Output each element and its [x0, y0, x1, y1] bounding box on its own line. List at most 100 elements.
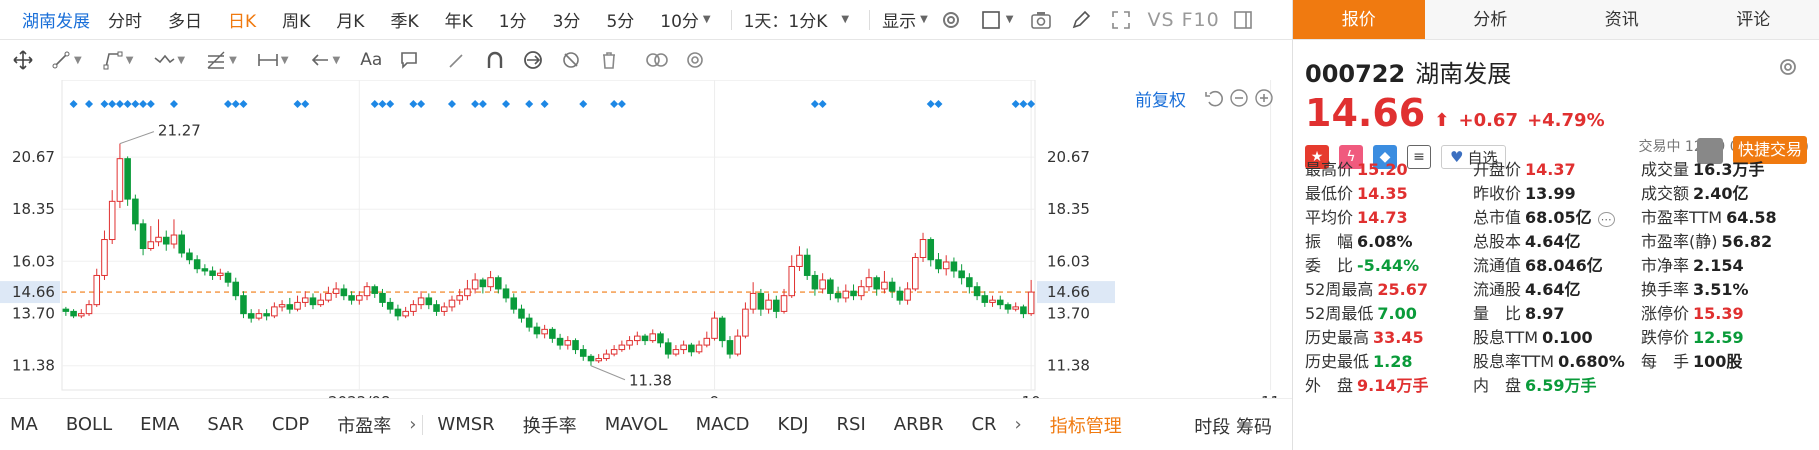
candle-body[interactable] [502, 288, 510, 299]
candle-body[interactable] [294, 301, 301, 310]
candle-body[interactable] [796, 254, 803, 267]
candle-body[interactable] [556, 337, 564, 346]
candle-body[interactable] [209, 270, 216, 276]
candle-body[interactable] [834, 292, 842, 299]
signal-marker[interactable] [85, 100, 94, 108]
candle-body[interactable] [464, 288, 471, 297]
candle-body[interactable] [479, 279, 487, 288]
signal-marker[interactable] [525, 100, 534, 108]
indicator-boll[interactable]: BOLL [66, 414, 112, 435]
indicator-sar[interactable]: SAR [207, 414, 244, 435]
candle-body[interactable] [989, 299, 996, 303]
candle-body[interactable] [386, 301, 394, 310]
period-chips-tabs[interactable]: 时段 筹码 [1194, 413, 1272, 439]
candle-body[interactable] [935, 259, 942, 270]
chevron-down-icon[interactable]: ▼ [126, 55, 134, 66]
link-circles-icon[interactable] [642, 46, 672, 74]
zoom-in-icon[interactable] [1254, 88, 1276, 110]
interval-dropdown[interactable]: 1天：1分K [744, 7, 828, 32]
measure-tool-icon[interactable] [253, 46, 283, 74]
period-tab[interactable]: 10分 [660, 7, 699, 32]
candle-body[interactable] [139, 223, 147, 250]
candle-body[interactable] [579, 349, 587, 357]
sidebar-toggle-icon[interactable] [1230, 7, 1256, 33]
undo-icon[interactable] [1204, 88, 1226, 110]
adjustment-dropdown[interactable]: 前复权 [1135, 86, 1186, 111]
candle-body[interactable] [394, 308, 402, 317]
signal-marker[interactable] [108, 100, 117, 108]
display-dropdown[interactable]: 显示 [882, 7, 916, 32]
candle-body[interactable] [240, 295, 247, 315]
candle-body[interactable] [742, 308, 749, 337]
candle-body[interactable] [417, 297, 425, 306]
chevron-down-icon[interactable]: ▼ [333, 55, 341, 66]
candle-body[interactable] [147, 241, 155, 250]
candle-body[interactable] [85, 304, 93, 315]
candle-body[interactable] [873, 277, 880, 290]
signal-marker[interactable] [540, 100, 549, 108]
signal-marker[interactable] [610, 100, 619, 108]
candle-body[interactable] [726, 340, 734, 355]
candle-body[interactable] [263, 313, 270, 317]
candle-body[interactable] [340, 288, 348, 297]
tab-analysis[interactable]: 分析 [1425, 0, 1557, 39]
candle-body[interactable] [402, 310, 409, 317]
magnet-icon[interactable] [480, 46, 510, 74]
signal-marker[interactable] [409, 100, 418, 108]
signal-marker[interactable] [301, 100, 310, 108]
candle-body[interactable] [881, 281, 888, 290]
candle-body[interactable] [626, 340, 633, 346]
candle-body[interactable] [309, 297, 317, 306]
candle-body[interactable] [440, 306, 448, 312]
signal-marker[interactable] [146, 100, 155, 108]
candle-body[interactable] [425, 297, 433, 306]
drawing-settings-gear-icon[interactable] [680, 46, 710, 74]
kline-chart[interactable]: 20.67 20.67 18.35 18.35 16.03 16.03 13.70 13.70… [0, 80, 1292, 398]
candle-body[interactable] [927, 239, 935, 261]
candle-body[interactable] [433, 304, 440, 312]
wave-tool-icon[interactable] [149, 46, 179, 74]
candle-body[interactable] [471, 279, 479, 290]
eraser-line-icon[interactable] [442, 46, 472, 74]
candle-body[interactable] [672, 349, 680, 355]
candle-body[interactable] [641, 335, 649, 342]
candle-body[interactable] [217, 272, 224, 276]
tab-news[interactable]: 资讯 [1556, 0, 1688, 39]
candle-body[interactable] [510, 297, 518, 310]
indicator-cr[interactable]: CR [971, 414, 996, 435]
signal-marker[interactable] [810, 100, 819, 108]
candle-body[interactable] [525, 317, 533, 328]
candle-body[interactable] [456, 295, 463, 301]
candle-body[interactable] [649, 333, 657, 342]
signal-marker[interactable] [478, 100, 487, 108]
chevron-down-icon[interactable]: ▼ [841, 14, 849, 25]
signal-marker[interactable] [1027, 100, 1036, 108]
chevron-down-icon[interactable]: ▼ [703, 14, 711, 25]
candle-body[interactable] [348, 295, 355, 301]
arrow-tool-icon[interactable] [305, 46, 335, 74]
candle-body[interactable] [618, 344, 626, 351]
candle-body[interactable] [788, 265, 796, 297]
candle-body[interactable] [533, 326, 541, 335]
indicator-kdj[interactable]: KDJ [778, 414, 809, 435]
fullscreen-icon[interactable] [1108, 7, 1134, 33]
period-tab[interactable]: 3分 [553, 7, 581, 32]
indicator-mavol[interactable]: MAVOL [605, 414, 668, 435]
signal-marker[interactable] [370, 100, 379, 108]
candle-body[interactable] [610, 349, 618, 355]
candle-body[interactable] [1027, 291, 1035, 315]
candle-body[interactable] [572, 340, 579, 351]
signal-marker[interactable] [934, 100, 943, 108]
period-tab-active[interactable]: 日K [228, 7, 256, 32]
candle-body[interactable] [62, 308, 70, 312]
candle-body[interactable] [116, 158, 124, 202]
chevron-right-icon[interactable]: › [409, 414, 416, 435]
candle-body[interactable] [178, 234, 185, 254]
trash-icon[interactable] [594, 46, 624, 74]
candle-body[interactable] [247, 313, 255, 319]
candle-body[interactable] [996, 299, 1004, 306]
signal-marker[interactable] [293, 100, 302, 108]
settings-gear-icon[interactable] [1777, 56, 1799, 82]
candle-body[interactable] [518, 308, 525, 319]
candle-body[interactable] [888, 281, 896, 292]
